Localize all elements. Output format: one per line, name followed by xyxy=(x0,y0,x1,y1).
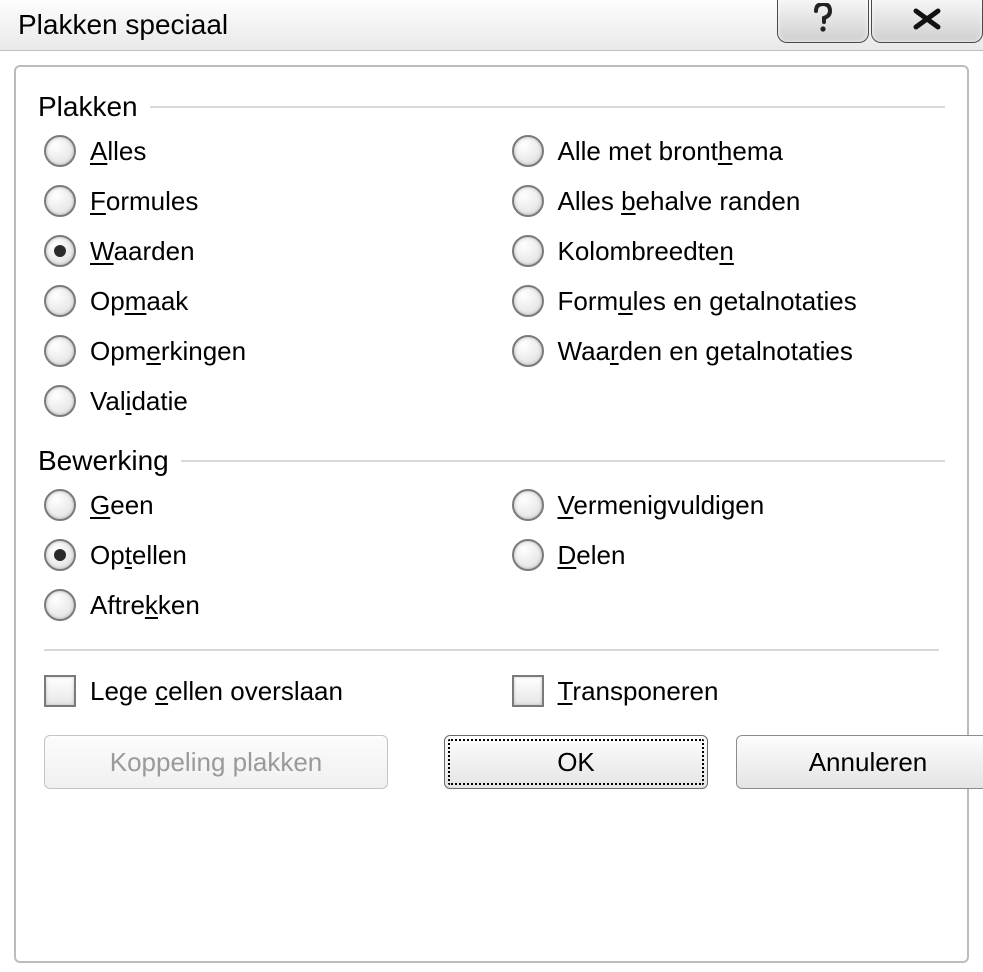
radio-icon xyxy=(44,539,76,571)
help-button[interactable] xyxy=(777,0,869,43)
radio-vermenigvuldigen[interactable]: Vermenigvuldigen xyxy=(512,489,940,521)
dialog-title: Plakken speciaal xyxy=(18,9,228,41)
close-button[interactable] xyxy=(871,0,983,43)
radio-aftrekken[interactable]: Aftrekken xyxy=(44,589,472,621)
radio-label-aftrekken: Aftrekken xyxy=(90,590,200,621)
radio-label-alles: Alles xyxy=(90,136,146,167)
radio-label-behalve: Alles behalve randen xyxy=(558,186,801,217)
check-transpose-label: Transponeren xyxy=(558,676,719,707)
cancel-label: Annuleren xyxy=(809,747,928,778)
radio-icon xyxy=(512,185,544,217)
radio-waarden[interactable]: Waarden xyxy=(44,235,472,267)
radio-label-kolombreedten: Kolombreedten xyxy=(558,236,734,267)
radio-alles[interactable]: Alles xyxy=(44,135,472,167)
radio-icon xyxy=(44,335,76,367)
radio-label-validatie: Validatie xyxy=(90,386,188,417)
radio-icon xyxy=(44,135,76,167)
radio-label-bronthema: Alle met bronthema xyxy=(558,136,783,167)
close-icon xyxy=(912,7,942,31)
radio-icon xyxy=(44,385,76,417)
radio-opmerkingen[interactable]: Opmerkingen xyxy=(44,335,472,367)
radio-label-formules: Formules xyxy=(90,186,198,217)
radio-label-vermenigvuldigen: Vermenigvuldigen xyxy=(558,490,765,521)
empty-cell xyxy=(512,589,940,621)
dialog-body: Plakken AllesAlle met bronthemaFormulesA… xyxy=(14,65,969,963)
radio-icon xyxy=(512,539,544,571)
radio-formules[interactable]: Formules xyxy=(44,185,472,217)
group-header-bewerking: Bewerking xyxy=(38,445,945,477)
check-skip-blanks[interactable]: Lege cellen overslaan xyxy=(44,675,472,707)
radio-icon xyxy=(512,135,544,167)
divider xyxy=(44,649,939,651)
radio-icon xyxy=(44,235,76,267)
radio-kolombreedten[interactable]: Kolombreedten xyxy=(512,235,940,267)
group-label-bewerking: Bewerking xyxy=(38,445,169,477)
checkbox-icon xyxy=(512,675,544,707)
radio-label-optellen: Optellen xyxy=(90,540,187,571)
radio-icon xyxy=(44,185,76,217)
radio-icon xyxy=(512,335,544,367)
titlebar: Plakken speciaal xyxy=(0,0,983,51)
checkbox-row: Lege cellen overslaan Transponeren xyxy=(44,675,939,707)
group-label-plakken: Plakken xyxy=(38,91,138,123)
plakken-options: Alles Alle met bronthema Formules Alles beh… xyxy=(44,135,939,417)
radio-optellen[interactable]: Optellen xyxy=(44,539,472,571)
radio-delen[interactable]: Delen xyxy=(512,539,940,571)
radio-icon xyxy=(512,235,544,267)
checkbox-icon xyxy=(44,675,76,707)
radio-label-form_getal: Formules en getalnotaties xyxy=(558,286,857,317)
group-rule xyxy=(150,106,945,108)
bewerking-options: Geen Vermenigvuldigen Optellen Delen Aftrekk… xyxy=(44,489,939,621)
radio-label-opmaak: Opmaak xyxy=(90,286,188,317)
check-transpose[interactable]: Transponeren xyxy=(512,675,940,707)
group-header-plakken: Plakken xyxy=(38,91,945,123)
paste-link-button: Koppeling plakken xyxy=(44,735,388,789)
empty-cell xyxy=(512,385,940,417)
radio-geen[interactable]: Geen xyxy=(44,489,472,521)
radio-label-waard_getal: Waarden en getalnotaties xyxy=(558,336,853,367)
radio-icon xyxy=(512,285,544,317)
help-icon xyxy=(811,3,835,35)
radio-icon xyxy=(44,589,76,621)
ok-button[interactable]: OK xyxy=(444,735,708,789)
group-rule xyxy=(181,460,945,462)
radio-bronthema[interactable]: Alle met bronthema xyxy=(512,135,940,167)
radio-validatie[interactable]: Validatie xyxy=(44,385,472,417)
radio-icon xyxy=(44,489,76,521)
paste-link-label: Koppeling plakken xyxy=(110,747,323,778)
check-skip-blanks-label: Lege cellen overslaan xyxy=(90,676,343,707)
radio-icon xyxy=(44,285,76,317)
button-row: Koppeling plakken OK Annuleren xyxy=(44,735,939,789)
radio-form_getal[interactable]: Formules en getalnotaties xyxy=(512,285,940,317)
radio-opmaak[interactable]: Opmaak xyxy=(44,285,472,317)
radio-label-delen: Delen xyxy=(558,540,626,571)
radio-icon xyxy=(512,489,544,521)
radio-label-waarden: Waarden xyxy=(90,236,195,267)
radio-waard_getal[interactable]: Waarden en getalnotaties xyxy=(512,335,940,367)
window-controls xyxy=(777,0,983,43)
ok-label: OK xyxy=(557,747,595,778)
radio-behalve[interactable]: Alles behalve randen xyxy=(512,185,940,217)
radio-label-geen: Geen xyxy=(90,490,154,521)
cancel-button[interactable]: Annuleren xyxy=(736,735,983,789)
radio-label-opmerkingen: Opmerkingen xyxy=(90,336,246,367)
